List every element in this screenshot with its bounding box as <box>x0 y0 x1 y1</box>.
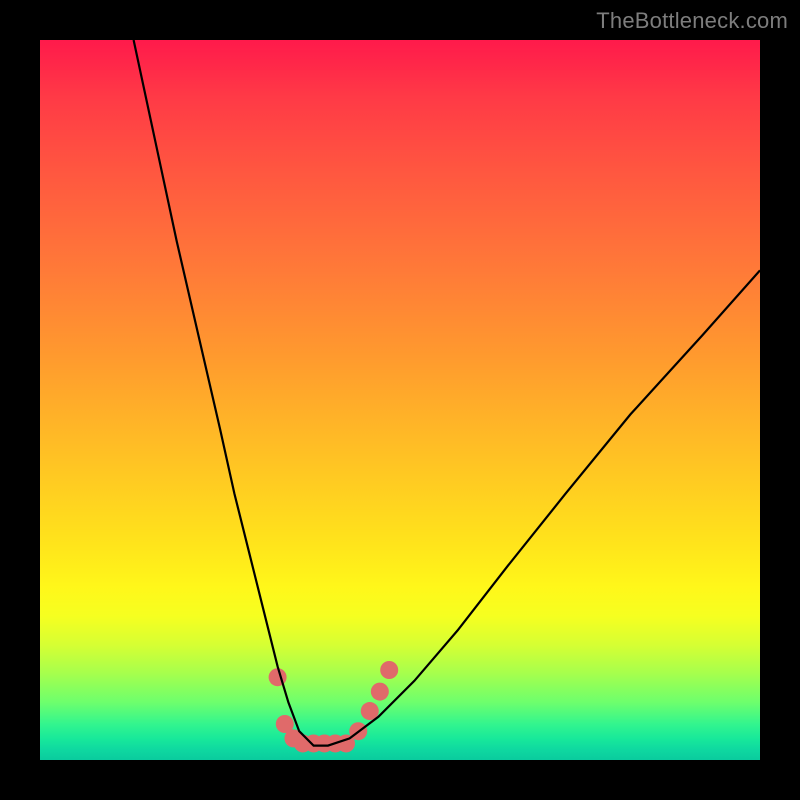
highlight-markers <box>269 661 399 752</box>
chart-svg <box>40 40 760 760</box>
watermark-label: TheBottleneck.com <box>596 8 788 34</box>
highlight-dot <box>269 668 287 686</box>
highlight-dot <box>371 683 389 701</box>
bottleneck-curve <box>134 40 760 746</box>
chart-frame: TheBottleneck.com <box>0 0 800 800</box>
highlight-dot <box>380 661 398 679</box>
plot-area <box>40 40 760 760</box>
